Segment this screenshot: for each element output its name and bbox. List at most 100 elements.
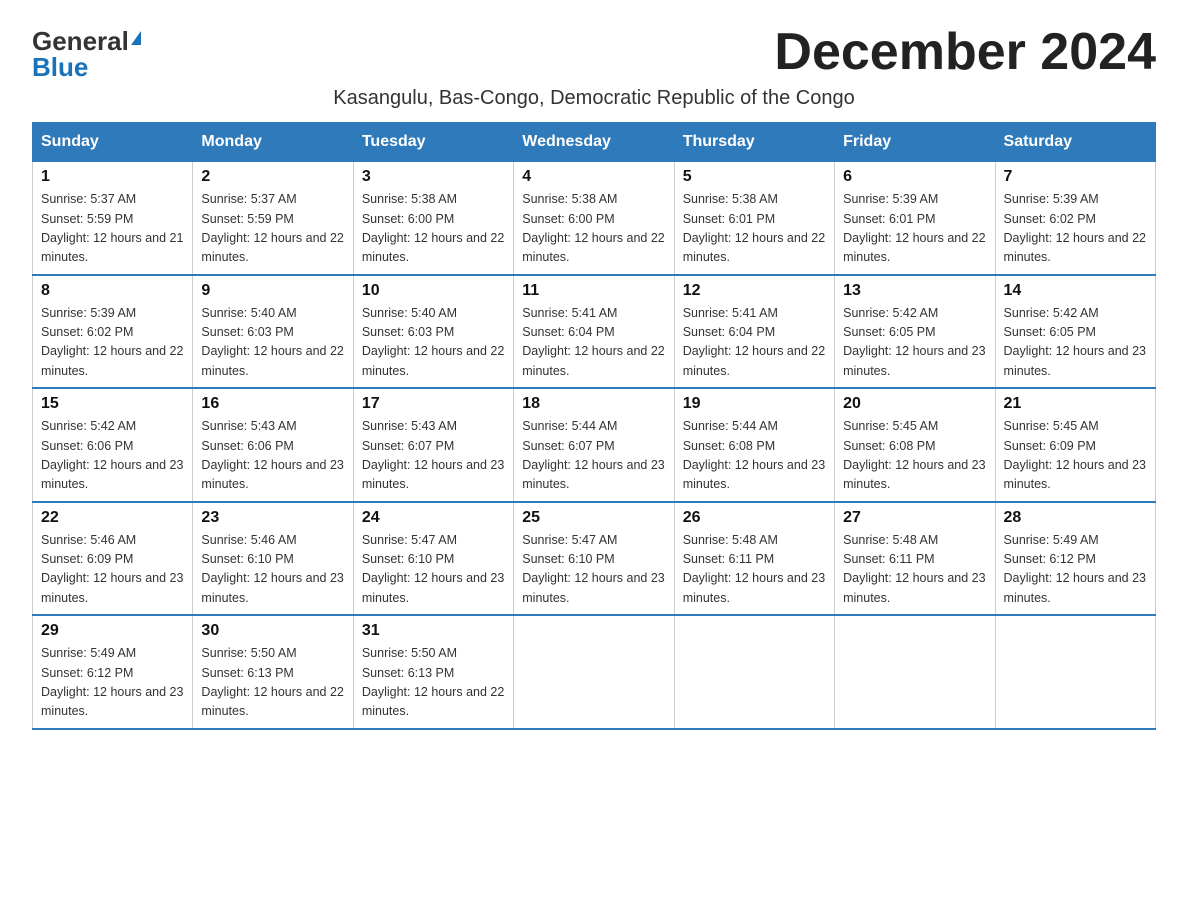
day-number: 31 (362, 622, 505, 640)
day-info: Sunrise: 5:42 AMSunset: 6:05 PMDaylight:… (1004, 306, 1146, 378)
calendar-cell: 11 Sunrise: 5:41 AMSunset: 6:04 PMDaylig… (514, 275, 674, 389)
calendar-cell: 23 Sunrise: 5:46 AMSunset: 6:10 PMDaylig… (193, 502, 353, 616)
day-info: Sunrise: 5:39 AMSunset: 6:02 PMDaylight:… (1004, 192, 1146, 264)
logo-blue: Blue (32, 54, 88, 80)
day-number: 6 (843, 168, 986, 186)
day-number: 22 (41, 509, 184, 527)
day-number: 5 (683, 168, 826, 186)
day-info: Sunrise: 5:49 AMSunset: 6:12 PMDaylight:… (1004, 533, 1146, 605)
calendar-cell: 21 Sunrise: 5:45 AMSunset: 6:09 PMDaylig… (995, 388, 1155, 502)
header-thursday: Thursday (674, 123, 834, 162)
header-sunday: Sunday (33, 123, 193, 162)
calendar-cell: 5 Sunrise: 5:38 AMSunset: 6:01 PMDayligh… (674, 162, 834, 275)
calendar-cell: 18 Sunrise: 5:44 AMSunset: 6:07 PMDaylig… (514, 388, 674, 502)
logo-general: General (32, 28, 129, 54)
day-number: 16 (201, 395, 344, 413)
day-number: 23 (201, 509, 344, 527)
header-tuesday: Tuesday (353, 123, 513, 162)
day-number: 17 (362, 395, 505, 413)
day-number: 29 (41, 622, 184, 640)
calendar-cell: 3 Sunrise: 5:38 AMSunset: 6:00 PMDayligh… (353, 162, 513, 275)
calendar-cell: 7 Sunrise: 5:39 AMSunset: 6:02 PMDayligh… (995, 162, 1155, 275)
day-info: Sunrise: 5:42 AMSunset: 6:06 PMDaylight:… (41, 419, 183, 491)
calendar-cell: 16 Sunrise: 5:43 AMSunset: 6:06 PMDaylig… (193, 388, 353, 502)
day-info: Sunrise: 5:39 AMSunset: 6:01 PMDaylight:… (843, 192, 985, 264)
calendar-cell: 10 Sunrise: 5:40 AMSunset: 6:03 PMDaylig… (353, 275, 513, 389)
day-number: 15 (41, 395, 184, 413)
day-number: 14 (1004, 282, 1147, 300)
calendar-subtitle: Kasangulu, Bas-Congo, Democratic Republi… (32, 87, 1156, 110)
calendar-cell (674, 615, 834, 729)
logo-triangle-icon (131, 31, 141, 45)
calendar-cell: 12 Sunrise: 5:41 AMSunset: 6:04 PMDaylig… (674, 275, 834, 389)
calendar-cell: 26 Sunrise: 5:48 AMSunset: 6:11 PMDaylig… (674, 502, 834, 616)
calendar-cell: 25 Sunrise: 5:47 AMSunset: 6:10 PMDaylig… (514, 502, 674, 616)
calendar-cell: 9 Sunrise: 5:40 AMSunset: 6:03 PMDayligh… (193, 275, 353, 389)
day-number: 11 (522, 282, 665, 300)
day-number: 26 (683, 509, 826, 527)
calendar-cell: 2 Sunrise: 5:37 AMSunset: 5:59 PMDayligh… (193, 162, 353, 275)
day-number: 25 (522, 509, 665, 527)
day-info: Sunrise: 5:46 AMSunset: 6:10 PMDaylight:… (201, 533, 343, 605)
calendar-cell: 14 Sunrise: 5:42 AMSunset: 6:05 PMDaylig… (995, 275, 1155, 389)
day-info: Sunrise: 5:49 AMSunset: 6:12 PMDaylight:… (41, 646, 183, 718)
day-number: 28 (1004, 509, 1147, 527)
week-row-3: 15 Sunrise: 5:42 AMSunset: 6:06 PMDaylig… (33, 388, 1156, 502)
day-info: Sunrise: 5:46 AMSunset: 6:09 PMDaylight:… (41, 533, 183, 605)
day-info: Sunrise: 5:41 AMSunset: 6:04 PMDaylight:… (683, 306, 825, 378)
calendar-cell: 20 Sunrise: 5:45 AMSunset: 6:08 PMDaylig… (835, 388, 995, 502)
page-header: General Blue December 2024 (32, 24, 1156, 81)
calendar-cell (514, 615, 674, 729)
header-saturday: Saturday (995, 123, 1155, 162)
week-row-4: 22 Sunrise: 5:46 AMSunset: 6:09 PMDaylig… (33, 502, 1156, 616)
logo: General Blue (32, 28, 141, 80)
week-row-1: 1 Sunrise: 5:37 AMSunset: 5:59 PMDayligh… (33, 162, 1156, 275)
week-row-2: 8 Sunrise: 5:39 AMSunset: 6:02 PMDayligh… (33, 275, 1156, 389)
calendar-cell: 24 Sunrise: 5:47 AMSunset: 6:10 PMDaylig… (353, 502, 513, 616)
header-wednesday: Wednesday (514, 123, 674, 162)
day-info: Sunrise: 5:40 AMSunset: 6:03 PMDaylight:… (201, 306, 343, 378)
calendar-table: SundayMondayTuesdayWednesdayThursdayFrid… (32, 122, 1156, 730)
header-monday: Monday (193, 123, 353, 162)
day-number: 3 (362, 168, 505, 186)
calendar-cell (995, 615, 1155, 729)
day-info: Sunrise: 5:44 AMSunset: 6:07 PMDaylight:… (522, 419, 664, 491)
day-info: Sunrise: 5:42 AMSunset: 6:05 PMDaylight:… (843, 306, 985, 378)
day-info: Sunrise: 5:48 AMSunset: 6:11 PMDaylight:… (843, 533, 985, 605)
day-number: 21 (1004, 395, 1147, 413)
month-title: December 2024 (774, 24, 1156, 81)
week-row-5: 29 Sunrise: 5:49 AMSunset: 6:12 PMDaylig… (33, 615, 1156, 729)
day-info: Sunrise: 5:48 AMSunset: 6:11 PMDaylight:… (683, 533, 825, 605)
day-number: 13 (843, 282, 986, 300)
calendar-cell: 8 Sunrise: 5:39 AMSunset: 6:02 PMDayligh… (33, 275, 193, 389)
day-number: 12 (683, 282, 826, 300)
day-info: Sunrise: 5:50 AMSunset: 6:13 PMDaylight:… (362, 646, 504, 718)
day-info: Sunrise: 5:38 AMSunset: 6:00 PMDaylight:… (522, 192, 664, 264)
day-number: 27 (843, 509, 986, 527)
day-info: Sunrise: 5:43 AMSunset: 6:06 PMDaylight:… (201, 419, 343, 491)
calendar-cell: 13 Sunrise: 5:42 AMSunset: 6:05 PMDaylig… (835, 275, 995, 389)
calendar-cell: 31 Sunrise: 5:50 AMSunset: 6:13 PMDaylig… (353, 615, 513, 729)
day-number: 8 (41, 282, 184, 300)
day-number: 19 (683, 395, 826, 413)
day-info: Sunrise: 5:47 AMSunset: 6:10 PMDaylight:… (362, 533, 504, 605)
calendar-cell: 17 Sunrise: 5:43 AMSunset: 6:07 PMDaylig… (353, 388, 513, 502)
calendar-cell: 1 Sunrise: 5:37 AMSunset: 5:59 PMDayligh… (33, 162, 193, 275)
day-number: 20 (843, 395, 986, 413)
day-info: Sunrise: 5:45 AMSunset: 6:08 PMDaylight:… (843, 419, 985, 491)
calendar-cell: 22 Sunrise: 5:46 AMSunset: 6:09 PMDaylig… (33, 502, 193, 616)
day-number: 4 (522, 168, 665, 186)
calendar-cell: 6 Sunrise: 5:39 AMSunset: 6:01 PMDayligh… (835, 162, 995, 275)
day-info: Sunrise: 5:40 AMSunset: 6:03 PMDaylight:… (362, 306, 504, 378)
day-info: Sunrise: 5:38 AMSunset: 6:01 PMDaylight:… (683, 192, 825, 264)
day-info: Sunrise: 5:41 AMSunset: 6:04 PMDaylight:… (522, 306, 664, 378)
calendar-cell: 28 Sunrise: 5:49 AMSunset: 6:12 PMDaylig… (995, 502, 1155, 616)
day-number: 2 (201, 168, 344, 186)
day-info: Sunrise: 5:44 AMSunset: 6:08 PMDaylight:… (683, 419, 825, 491)
calendar-cell: 29 Sunrise: 5:49 AMSunset: 6:12 PMDaylig… (33, 615, 193, 729)
day-number: 7 (1004, 168, 1147, 186)
day-info: Sunrise: 5:39 AMSunset: 6:02 PMDaylight:… (41, 306, 183, 378)
calendar-cell: 27 Sunrise: 5:48 AMSunset: 6:11 PMDaylig… (835, 502, 995, 616)
day-number: 18 (522, 395, 665, 413)
calendar-header-row: SundayMondayTuesdayWednesdayThursdayFrid… (33, 123, 1156, 162)
